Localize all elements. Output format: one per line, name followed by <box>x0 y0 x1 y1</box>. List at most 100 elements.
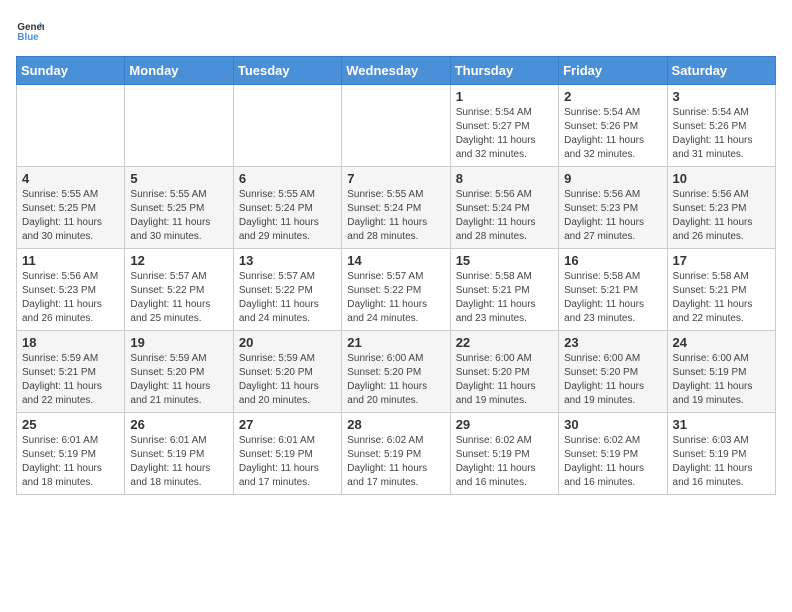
week-row-2: 4 Sunrise: 5:55 AM Sunset: 5:25 PM Daylig… <box>17 167 776 249</box>
day-number: 17 <box>673 253 770 268</box>
day-info: Sunrise: 5:59 AM Sunset: 5:21 PM Dayligh… <box>22 352 119 408</box>
day-cell: 7 Sunrise: 5:55 AM Sunset: 5:24 PM Daylig… <box>342 167 450 249</box>
day-cell: 2 Sunrise: 5:54 AM Sunset: 5:26 PM Daylig… <box>559 85 667 167</box>
day-cell: 26 Sunrise: 6:01 AM Sunset: 5:19 PM Dayli… <box>125 413 233 495</box>
weekday-header-thursday: Thursday <box>450 57 558 85</box>
day-cell: 21 Sunrise: 6:00 AM Sunset: 5:20 PM Dayli… <box>342 331 450 413</box>
day-number: 12 <box>130 253 227 268</box>
calendar-table: SundayMondayTuesdayWednesdayThursdayFrid… <box>16 56 776 495</box>
day-number: 1 <box>456 89 553 104</box>
day-number: 29 <box>456 417 553 432</box>
day-number: 14 <box>347 253 444 268</box>
day-cell: 8 Sunrise: 5:56 AM Sunset: 5:24 PM Daylig… <box>450 167 558 249</box>
day-cell: 10Sunrise: 5:56 AM Sunset: 5:23 PM Dayli… <box>667 167 775 249</box>
day-info: Sunrise: 5:59 AM Sunset: 5:20 PM Dayligh… <box>239 352 336 408</box>
day-number: 15 <box>456 253 553 268</box>
day-number: 20 <box>239 335 336 350</box>
day-cell: 3 Sunrise: 5:54 AM Sunset: 5:26 PM Daylig… <box>667 85 775 167</box>
day-cell: 9 Sunrise: 5:56 AM Sunset: 5:23 PM Daylig… <box>559 167 667 249</box>
day-number: 10 <box>673 171 770 186</box>
day-cell: 16 Sunrise: 5:58 AM Sunset: 5:21 PM Dayli… <box>559 249 667 331</box>
day-cell: 22Sunrise: 6:00 AM Sunset: 5:20 PM Dayli… <box>450 331 558 413</box>
day-number: 18 <box>22 335 119 350</box>
day-cell: 1 Sunrise: 5:54 AM Sunset: 5:27 PM Daylig… <box>450 85 558 167</box>
day-number: 7 <box>347 171 444 186</box>
weekday-header-monday: Monday <box>125 57 233 85</box>
day-cell: 17 Sunrise: 5:58 AM Sunset: 5:21 PM Dayli… <box>667 249 775 331</box>
day-info: Sunrise: 5:58 AM Sunset: 5:21 PM Dayligh… <box>673 270 770 326</box>
day-info: Sunrise: 6:02 AM Sunset: 5:19 PM Dayligh… <box>564 434 661 490</box>
day-number: 30 <box>564 417 661 432</box>
weekday-header-row: SundayMondayTuesdayWednesdayThursdayFrid… <box>17 57 776 85</box>
day-info: Sunrise: 6:00 AM Sunset: 5:19 PM Dayligh… <box>673 352 770 408</box>
day-info: Sunrise: 5:54 AM Sunset: 5:26 PM Dayligh… <box>673 106 770 162</box>
day-info: Sunrise: 6:02 AM Sunset: 5:19 PM Dayligh… <box>456 434 553 490</box>
day-cell: 25 Sunrise: 6:01 AM Sunset: 5:19 PM Dayli… <box>17 413 125 495</box>
day-cell: 15 Sunrise: 5:58 AM Sunset: 5:21 PM Dayli… <box>450 249 558 331</box>
day-info: Sunrise: 5:56 AM Sunset: 5:23 PM Dayligh… <box>564 188 661 244</box>
day-number: 21 <box>347 335 444 350</box>
day-cell: 4 Sunrise: 5:55 AM Sunset: 5:25 PM Daylig… <box>17 167 125 249</box>
day-number: 24 <box>673 335 770 350</box>
day-number: 28 <box>347 417 444 432</box>
weekday-header-wednesday: Wednesday <box>342 57 450 85</box>
day-number: 26 <box>130 417 227 432</box>
day-cell: 20 Sunrise: 5:59 AM Sunset: 5:20 PM Dayli… <box>233 331 341 413</box>
svg-text:Blue: Blue <box>17 32 39 43</box>
day-cell: 5 Sunrise: 5:55 AM Sunset: 5:25 PM Daylig… <box>125 167 233 249</box>
logo-icon: General Blue <box>16 16 44 44</box>
day-cell: 27 Sunrise: 6:01 AM Sunset: 5:19 PM Dayli… <box>233 413 341 495</box>
weekday-header-saturday: Saturday <box>667 57 775 85</box>
weekday-header-friday: Friday <box>559 57 667 85</box>
day-number: 2 <box>564 89 661 104</box>
day-info: Sunrise: 5:56 AM Sunset: 5:23 PM Dayligh… <box>22 270 119 326</box>
day-info: Sunrise: 5:55 AM Sunset: 5:24 PM Dayligh… <box>347 188 444 244</box>
day-number: 6 <box>239 171 336 186</box>
day-cell: 28 Sunrise: 6:02 AM Sunset: 5:19 PM Dayli… <box>342 413 450 495</box>
day-cell <box>125 85 233 167</box>
day-info: Sunrise: 6:00 AM Sunset: 5:20 PM Dayligh… <box>456 352 553 408</box>
day-info: Sunrise: 5:55 AM Sunset: 5:25 PM Dayligh… <box>130 188 227 244</box>
day-number: 27 <box>239 417 336 432</box>
day-info: Sunrise: 6:00 AM Sunset: 5:20 PM Dayligh… <box>347 352 444 408</box>
week-row-3: 11 Sunrise: 5:56 AM Sunset: 5:23 PM Dayli… <box>17 249 776 331</box>
day-info: Sunrise: 5:54 AM Sunset: 5:27 PM Dayligh… <box>456 106 553 162</box>
day-info: Sunrise: 5:58 AM Sunset: 5:21 PM Dayligh… <box>456 270 553 326</box>
day-number: 5 <box>130 171 227 186</box>
day-number: 19 <box>130 335 227 350</box>
day-info: Sunrise: 6:01 AM Sunset: 5:19 PM Dayligh… <box>130 434 227 490</box>
day-cell: 12 Sunrise: 5:57 AM Sunset: 5:22 PM Dayli… <box>125 249 233 331</box>
day-number: 16 <box>564 253 661 268</box>
day-number: 11 <box>22 253 119 268</box>
day-number: 9 <box>564 171 661 186</box>
day-info: Sunrise: 5:57 AM Sunset: 5:22 PM Dayligh… <box>130 270 227 326</box>
day-info: Sunrise: 5:57 AM Sunset: 5:22 PM Dayligh… <box>347 270 444 326</box>
week-row-4: 18 Sunrise: 5:59 AM Sunset: 5:21 PM Dayli… <box>17 331 776 413</box>
day-cell: 6Sunrise: 5:55 AM Sunset: 5:24 PM Daylig… <box>233 167 341 249</box>
day-cell: 11 Sunrise: 5:56 AM Sunset: 5:23 PM Dayli… <box>17 249 125 331</box>
day-info: Sunrise: 5:57 AM Sunset: 5:22 PM Dayligh… <box>239 270 336 326</box>
week-row-1: 1 Sunrise: 5:54 AM Sunset: 5:27 PM Daylig… <box>17 85 776 167</box>
week-row-5: 25 Sunrise: 6:01 AM Sunset: 5:19 PM Dayli… <box>17 413 776 495</box>
day-info: Sunrise: 5:55 AM Sunset: 5:25 PM Dayligh… <box>22 188 119 244</box>
day-cell: 18 Sunrise: 5:59 AM Sunset: 5:21 PM Dayli… <box>17 331 125 413</box>
day-number: 25 <box>22 417 119 432</box>
day-number: 4 <box>22 171 119 186</box>
day-info: Sunrise: 5:58 AM Sunset: 5:21 PM Dayligh… <box>564 270 661 326</box>
day-info: Sunrise: 5:59 AM Sunset: 5:20 PM Dayligh… <box>130 352 227 408</box>
day-cell: 13 Sunrise: 5:57 AM Sunset: 5:22 PM Dayli… <box>233 249 341 331</box>
day-cell <box>233 85 341 167</box>
day-info: Sunrise: 6:01 AM Sunset: 5:19 PM Dayligh… <box>239 434 336 490</box>
day-number: 3 <box>673 89 770 104</box>
day-number: 13 <box>239 253 336 268</box>
day-info: Sunrise: 6:00 AM Sunset: 5:20 PM Dayligh… <box>564 352 661 408</box>
day-number: 8 <box>456 171 553 186</box>
day-info: Sunrise: 6:02 AM Sunset: 5:19 PM Dayligh… <box>347 434 444 490</box>
day-cell <box>342 85 450 167</box>
day-info: Sunrise: 6:01 AM Sunset: 5:19 PM Dayligh… <box>22 434 119 490</box>
weekday-header-tuesday: Tuesday <box>233 57 341 85</box>
logo: General Blue <box>16 16 48 44</box>
day-cell: 19 Sunrise: 5:59 AM Sunset: 5:20 PM Dayli… <box>125 331 233 413</box>
day-info: Sunrise: 5:56 AM Sunset: 5:24 PM Dayligh… <box>456 188 553 244</box>
day-info: Sunrise: 5:54 AM Sunset: 5:26 PM Dayligh… <box>564 106 661 162</box>
